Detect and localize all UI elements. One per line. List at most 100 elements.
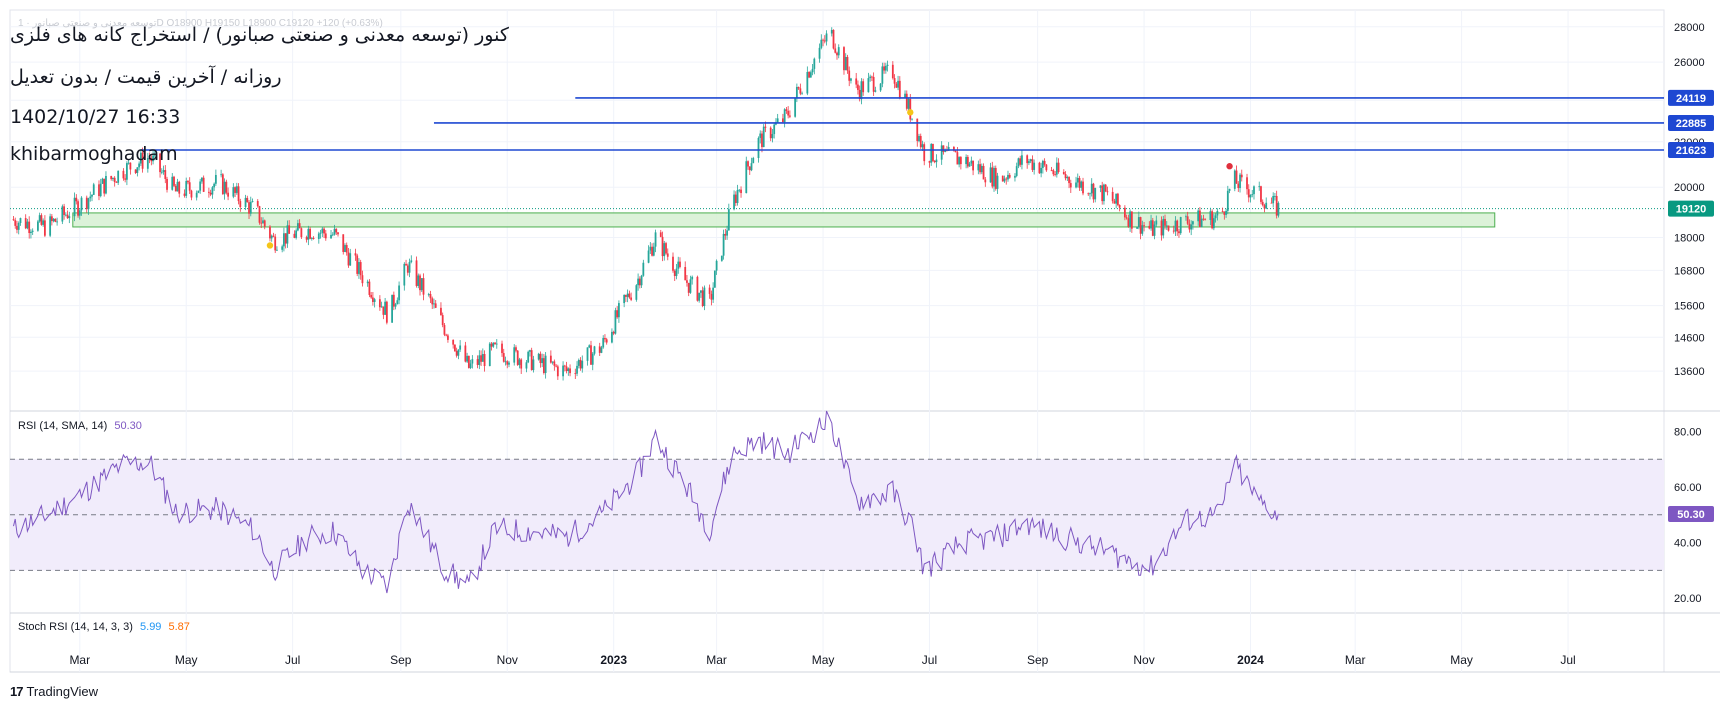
candle-body — [930, 143, 933, 163]
candle-body — [288, 225, 291, 234]
candle-body — [1150, 220, 1152, 229]
candle-body — [1167, 225, 1170, 231]
candle-body — [1038, 162, 1041, 174]
candle-body — [881, 66, 884, 84]
candle-body — [373, 299, 376, 302]
candle-body — [173, 176, 175, 186]
candle-body — [750, 163, 753, 171]
candle-body — [569, 368, 571, 374]
candle-body — [16, 225, 18, 230]
candle-body — [834, 48, 837, 53]
candle-body — [396, 300, 399, 305]
candle-body — [14, 220, 17, 226]
candle-body — [73, 197, 76, 217]
candle-body — [759, 133, 762, 138]
candle-body — [1029, 159, 1032, 162]
candle-body — [281, 246, 284, 250]
candle-body — [1178, 231, 1180, 234]
candle-body — [80, 197, 83, 211]
rsi-label[interactable]: RSI (14, SMA, 14) 50.30 — [18, 420, 142, 432]
candle-body — [513, 347, 516, 363]
candle-body — [1087, 193, 1090, 195]
candle-body — [113, 177, 116, 183]
candle-body — [28, 221, 31, 234]
candle-body — [183, 193, 186, 196]
candle-body — [700, 290, 702, 293]
candle-body — [235, 186, 238, 193]
candle-body — [1226, 190, 1229, 211]
candle-body — [1155, 220, 1158, 225]
candle-body — [785, 109, 788, 111]
candle-body — [895, 83, 898, 88]
candle-body — [647, 250, 650, 263]
candle-body — [467, 355, 470, 368]
candle-body — [1172, 230, 1175, 232]
candle-body — [1092, 183, 1095, 200]
candle-body — [417, 275, 420, 286]
candle-body — [1055, 162, 1058, 175]
candle-body — [898, 80, 901, 98]
candle-body — [1050, 170, 1053, 172]
candle-body — [476, 359, 479, 365]
candle-body — [501, 343, 503, 354]
candle-body — [661, 236, 664, 257]
candle-body — [830, 29, 833, 34]
candle-body — [635, 285, 638, 300]
candle-body — [1151, 220, 1154, 236]
candle-body — [344, 245, 346, 252]
candle-body — [202, 177, 205, 192]
candle-body — [604, 337, 606, 340]
candle-body — [527, 351, 530, 363]
candle-body — [1204, 219, 1207, 221]
candle-body — [565, 366, 568, 371]
candle-body — [752, 158, 755, 164]
stoch-rsi-label[interactable]: Stoch RSI (14, 14, 3, 3) 5.99 5.87 — [18, 621, 190, 633]
candle-body — [117, 170, 120, 183]
candle-body — [300, 228, 303, 238]
rsi-tick-label: 80.00 — [1674, 426, 1702, 438]
candle-body — [1274, 195, 1276, 197]
candle-body — [904, 93, 906, 98]
candle-body — [380, 306, 383, 308]
candle-body — [31, 230, 34, 232]
candle-body — [68, 216, 71, 219]
tradingview-logo[interactable]: 17 TradingView — [10, 684, 98, 699]
candle-body — [764, 126, 767, 128]
last-price-tag-label: 19120 — [1676, 204, 1707, 216]
candle-body — [1186, 216, 1189, 224]
price-tag-label: 22885 — [1676, 118, 1707, 130]
candle-body — [905, 93, 908, 109]
candle-body — [684, 267, 687, 281]
candle-body — [966, 156, 969, 167]
candle-body — [12, 219, 15, 221]
candle-body — [1223, 211, 1226, 215]
candle-body — [1019, 158, 1022, 165]
chart-canvas[interactable]: Mar May Jul Sep Nov 2023 Mar May Jul Sep Nov 2024 Ma… — [0, 0, 1733, 708]
candle-body — [356, 255, 359, 274]
candle-body — [66, 214, 69, 219]
candle-body — [1239, 174, 1241, 189]
candle-body — [979, 164, 981, 173]
candle-body — [1099, 185, 1102, 188]
candle-body — [237, 186, 240, 202]
candle-body — [1258, 186, 1261, 188]
candle-body — [1069, 183, 1072, 188]
candle-body — [600, 347, 603, 353]
candle-body — [190, 190, 193, 198]
candle-body — [1094, 187, 1097, 200]
candle-body — [98, 184, 100, 197]
candle-body — [1225, 210, 1227, 215]
candle-body — [795, 86, 798, 99]
candle-body — [232, 187, 235, 197]
candle-body — [687, 282, 690, 293]
candle-body — [78, 210, 81, 216]
candle-body — [1118, 205, 1121, 208]
candle-body — [712, 287, 715, 300]
candle-body — [1125, 217, 1128, 219]
candle-body — [1275, 195, 1278, 216]
candle-body — [160, 171, 163, 173]
rsi-label-value: 50.30 — [114, 420, 142, 432]
candle-body — [347, 252, 350, 266]
y-tick-label: 18000 — [1674, 232, 1705, 244]
candle-body — [630, 297, 633, 300]
